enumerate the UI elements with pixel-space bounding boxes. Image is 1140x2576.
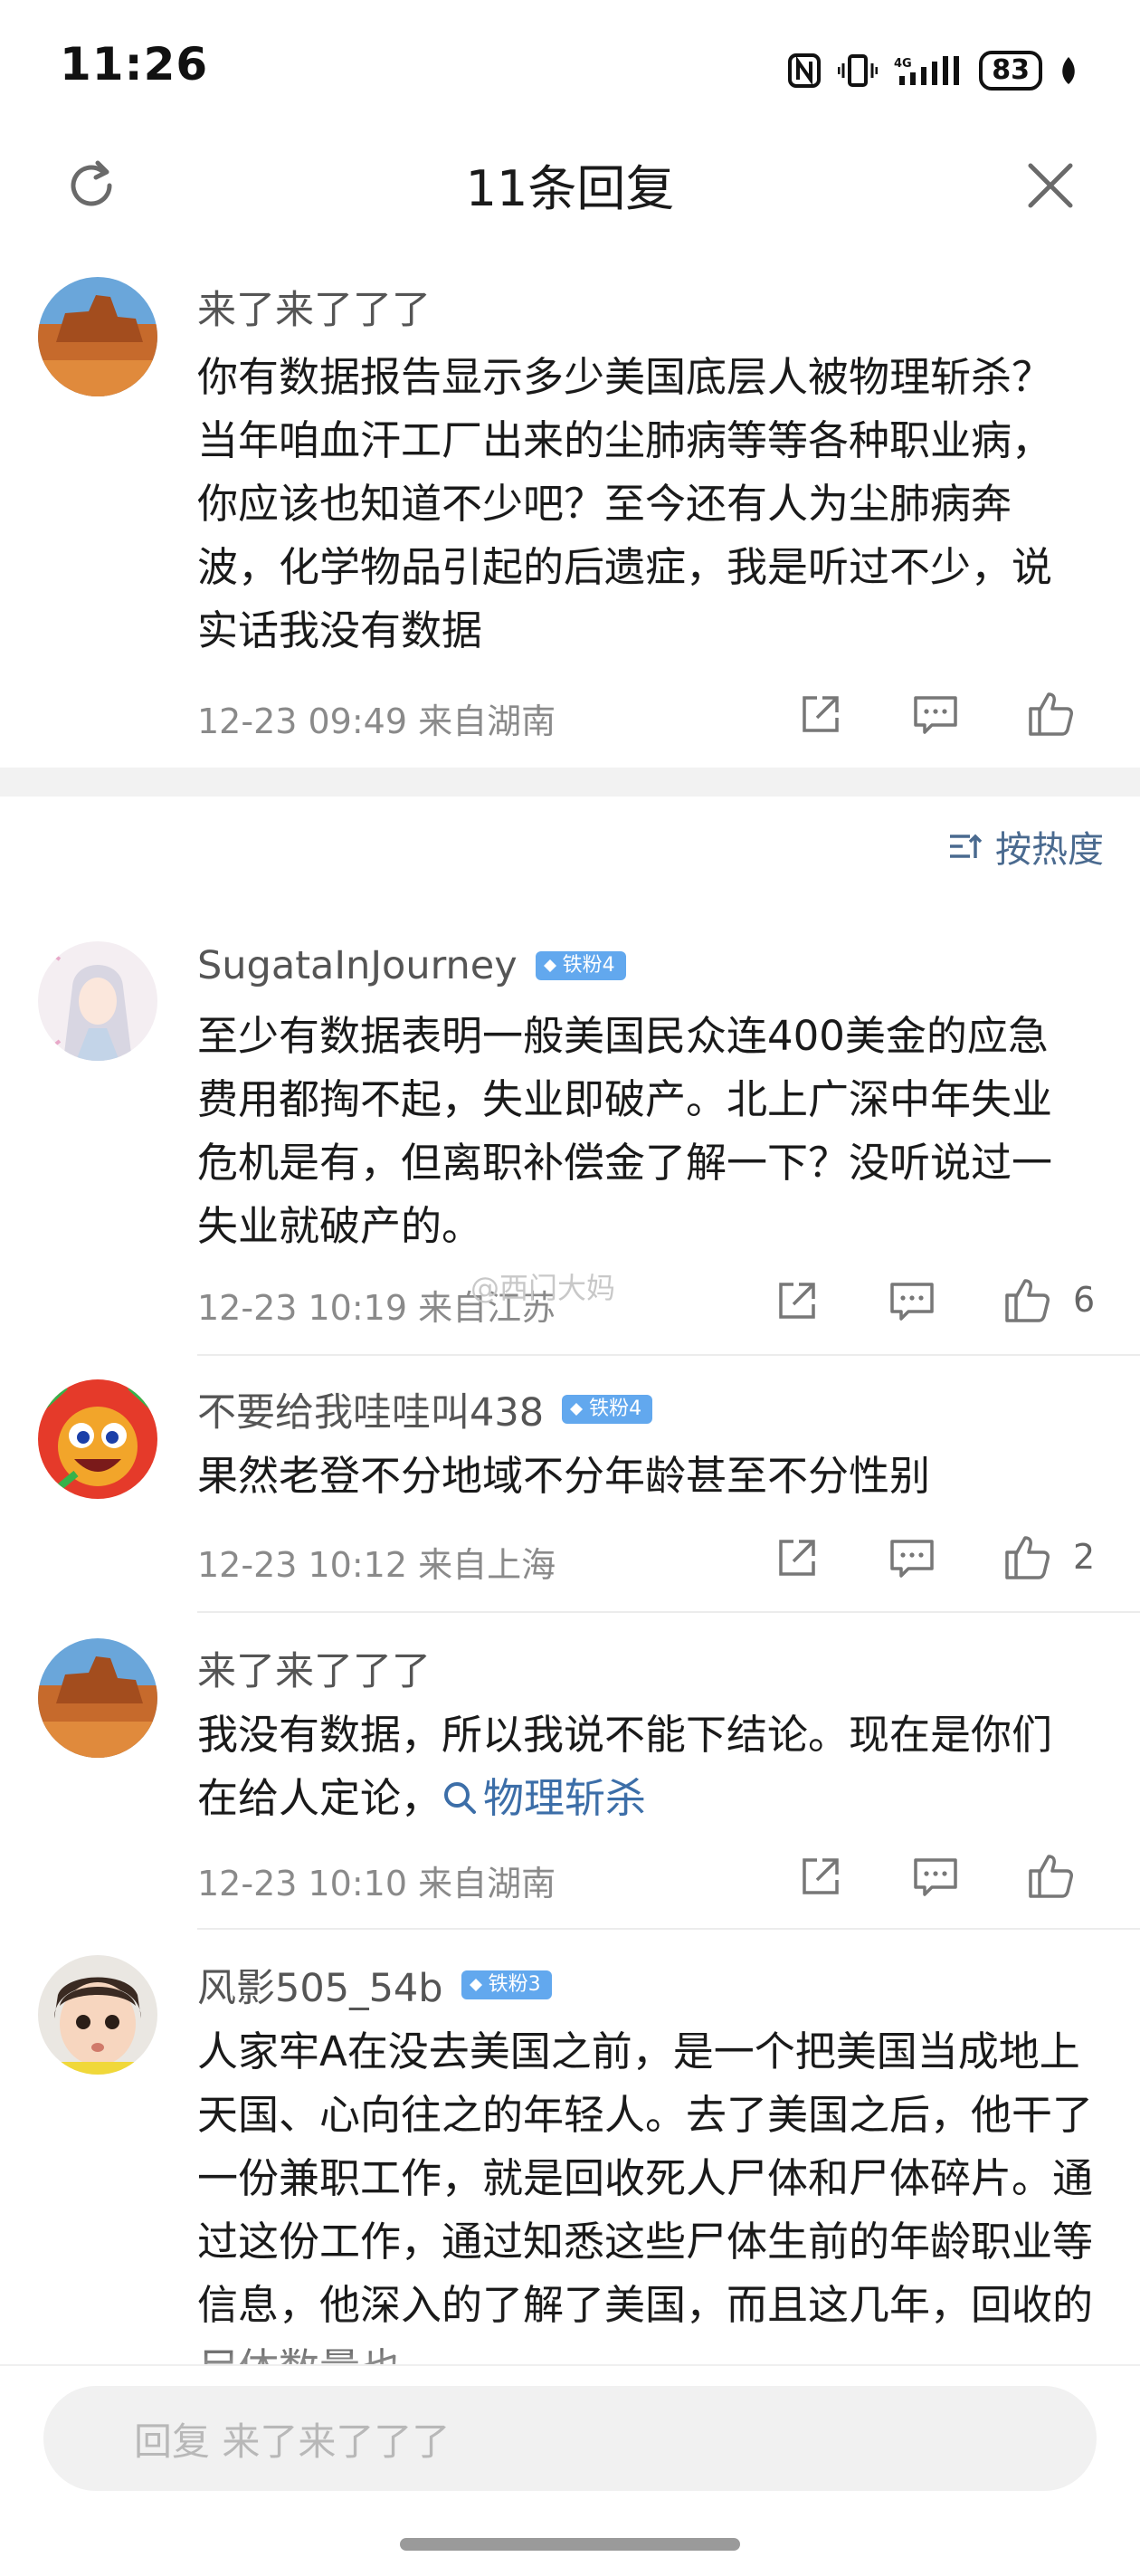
badge-label: 铁粉4 xyxy=(589,1398,642,1420)
comment-icon xyxy=(914,696,957,734)
like-button[interactable] xyxy=(1002,1274,1053,1325)
reply-time: 12-23 10:12 xyxy=(197,1545,408,1585)
close-icon xyxy=(1028,163,1073,208)
comment-meta: 12-23 09:49 来自湖南 xyxy=(197,693,556,743)
badge-label: 铁粉3 xyxy=(488,1973,541,1996)
diamond-icon xyxy=(543,959,556,972)
comment-icon xyxy=(914,1858,957,1896)
sort-label: 按热度 xyxy=(995,829,1104,871)
reply-meta: 12-23 10:10 来自湖南 xyxy=(197,1856,556,1905)
thumbs-up-icon xyxy=(1029,1855,1073,1898)
home-indicator[interactable] xyxy=(400,2538,740,2551)
desert-avatar-image xyxy=(38,1638,157,1758)
reply-text: 人家牢A在没去美国之前，是一个把美国当成地上天国、心向往之的年轻人。去了美国之后… xyxy=(197,2027,1094,2368)
reply-header: SugataInJourney 铁粉4 xyxy=(197,943,626,988)
avatar[interactable] xyxy=(38,1379,157,1499)
share-button[interactable] xyxy=(794,690,845,740)
avatar[interactable] xyxy=(38,941,157,1061)
fan-badge: 铁粉4 xyxy=(535,951,626,980)
comment-button[interactable] xyxy=(910,690,961,740)
comment-button[interactable] xyxy=(887,1533,937,1584)
anime-avatar-image xyxy=(38,941,157,1061)
diamond-icon xyxy=(570,1403,584,1416)
share-button[interactable] xyxy=(771,1533,822,1584)
share-button[interactable] xyxy=(771,1276,822,1327)
fan-badge: 铁粉4 xyxy=(562,1395,653,1424)
sort-button[interactable]: 按热度 xyxy=(948,820,1104,873)
comment-icon xyxy=(890,1540,934,1578)
search-link-label: 物理斩杀 xyxy=(483,1774,647,1822)
diamond-icon xyxy=(469,1979,482,1991)
leaf-icon xyxy=(1062,57,1075,84)
reply-text: 我没有数据，所以我说不能下结论。现在是你们在给人定论， 物理斩杀 xyxy=(197,1703,1075,1830)
share-icon xyxy=(803,1858,839,1894)
comment-icon xyxy=(890,1283,934,1321)
section-separator xyxy=(0,768,1140,797)
avatar[interactable] xyxy=(38,1955,157,2075)
share-button[interactable] xyxy=(794,1852,845,1903)
reply-location: 来自湖南 xyxy=(418,1864,556,1903)
avatar[interactable] xyxy=(38,277,157,396)
badge-label: 铁粉4 xyxy=(562,954,615,977)
divider xyxy=(197,1611,1140,1613)
comment-button[interactable] xyxy=(887,1276,937,1327)
username[interactable]: 不要给我哇哇叫438 xyxy=(197,1381,544,1437)
nfc-icon xyxy=(788,53,822,88)
status-time: 11:26 xyxy=(60,38,209,91)
sort-icon xyxy=(950,834,983,858)
thumbs-up-icon xyxy=(1005,1279,1050,1322)
like-count: 2 xyxy=(1073,1537,1096,1577)
share-icon xyxy=(779,1540,815,1576)
svg-text:4G: 4G xyxy=(894,57,912,71)
like-button[interactable] xyxy=(1002,1531,1053,1582)
status-icons: 4G 83 xyxy=(787,45,1078,96)
divider xyxy=(197,1928,1140,1930)
reply-text: 果然老登不分地域不分年龄甚至不分性别 xyxy=(197,1452,931,1500)
reply-input[interactable]: 回复 来了来了了了 xyxy=(43,2386,1097,2491)
username[interactable]: 来了来了了了 xyxy=(197,279,431,335)
thumbs-up-icon xyxy=(1029,692,1073,736)
reply-location: 来自上海 xyxy=(418,1545,556,1585)
reply-time: 12-23 10:10 xyxy=(197,1864,408,1903)
reply-text: 至少有数据表明一般美国民众连400美金的应急费用都掏不起，失业即破产。北上广深中… xyxy=(197,1012,1053,1250)
child-avatar-image xyxy=(38,1955,157,2075)
search-icon xyxy=(444,1782,477,1814)
battery-indicator: 83 xyxy=(979,51,1042,91)
fan-badge: 铁粉3 xyxy=(461,1970,552,1999)
like-button[interactable] xyxy=(1026,688,1077,739)
comment-text: 你有数据报告显示多少美国底层人被物理斩杀？当年咱血汗工厂出来的尘肺病等等各种职业… xyxy=(197,353,1053,654)
desert-avatar-image xyxy=(38,277,157,396)
vibrate-icon xyxy=(838,54,879,87)
close-button[interactable] xyxy=(1019,154,1082,217)
comment-button[interactable] xyxy=(910,1852,961,1903)
signal-icon: 4G xyxy=(894,56,960,85)
username[interactable]: SugataInJourney xyxy=(197,943,518,988)
watermark: @西门大妈 xyxy=(470,1271,616,1305)
username[interactable]: 风影505_54b xyxy=(197,1957,443,2013)
share-icon xyxy=(803,696,839,732)
cartoon-avatar-image xyxy=(38,1379,157,1499)
comment-time: 12-23 09:49 xyxy=(197,701,408,741)
like-count: 6 xyxy=(1073,1280,1096,1320)
share-icon xyxy=(779,1283,815,1319)
thumbs-up-icon xyxy=(1005,1536,1050,1579)
reply-time: 12-23 10:19 xyxy=(197,1288,408,1328)
like-button[interactable] xyxy=(1026,1850,1077,1901)
page-title: 11条回复 xyxy=(465,160,675,217)
search-link[interactable]: 物理斩杀 xyxy=(442,1774,646,1822)
divider xyxy=(197,1354,1140,1356)
username[interactable]: 来了来了了了 xyxy=(197,1640,431,1696)
reply-header: 风影505_54b 铁粉3 xyxy=(197,1957,552,2013)
comment-location: 来自湖南 xyxy=(418,701,556,741)
reply-meta: 12-23 10:12 来自上海 xyxy=(197,1537,556,1587)
reply-header: 不要给我哇哇叫438 铁粉4 xyxy=(197,1381,653,1437)
avatar[interactable] xyxy=(38,1638,157,1758)
